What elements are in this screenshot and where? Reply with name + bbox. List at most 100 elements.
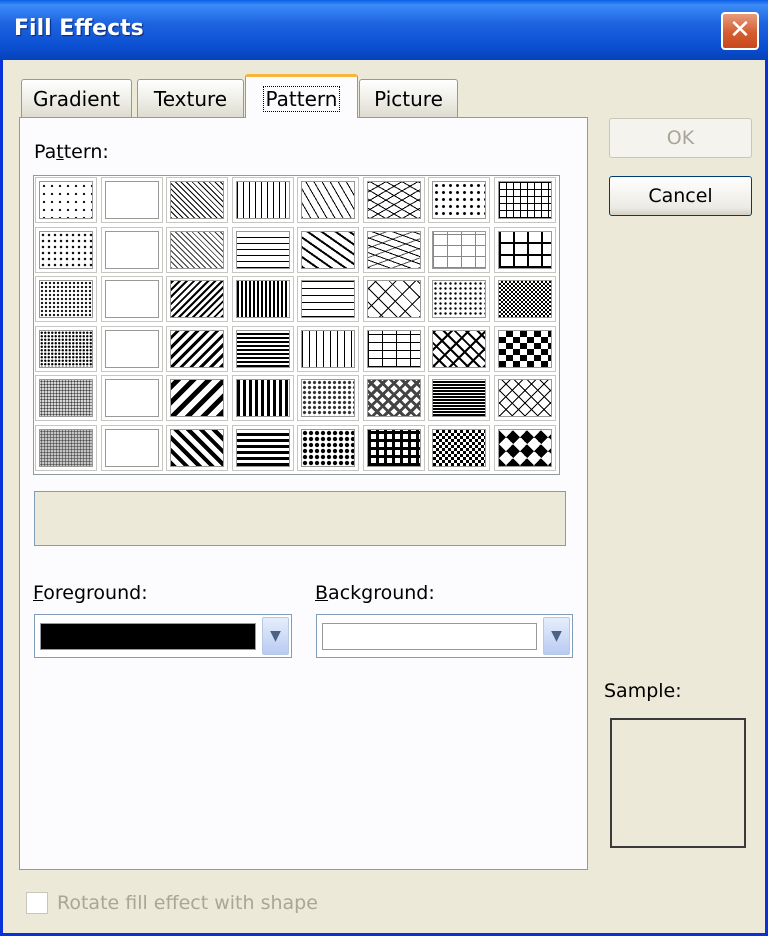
pattern-swatch-diagonal-brick[interactable] [362, 276, 425, 323]
pattern-swatch-percent-5[interactable] [35, 177, 97, 223]
foreground-label: Foreground: [33, 582, 148, 604]
pattern-swatch-fill [497, 230, 552, 269]
pattern-swatch-narrow-horizontal[interactable] [231, 425, 294, 471]
pattern-swatch-fill [497, 280, 552, 319]
background-color-swatch [322, 623, 537, 650]
chevron-down-icon[interactable]: ▼ [262, 617, 289, 655]
pattern-swatch-fill [301, 181, 355, 219]
pattern-swatch-trellis[interactable] [493, 375, 556, 422]
pattern-swatch-fill [497, 429, 552, 467]
pattern-swatch-dark-horizontal[interactable] [231, 325, 294, 372]
pattern-swatch-fill [235, 181, 290, 219]
pattern-swatch-fill [104, 379, 159, 418]
pattern-swatch-fill [301, 230, 355, 269]
pattern-swatch-solid-diamond[interactable] [493, 425, 556, 471]
pattern-swatch-fill [432, 329, 486, 368]
pattern-swatch-fill [301, 280, 355, 319]
tab-gradient-label: Gradient [32, 87, 121, 111]
pattern-swatch-dashed-horizontal[interactable] [297, 276, 359, 323]
pattern-swatch-light-vertical[interactable] [231, 177, 294, 223]
pattern-swatch-wide-upward-diag-bold[interactable] [166, 375, 228, 422]
pattern-swatch-sphere[interactable] [297, 375, 359, 422]
dialog-title: Fill Effects [14, 16, 144, 41]
pattern-swatch-percent-25[interactable] [35, 325, 97, 372]
tab-picture-label: Picture [374, 87, 443, 111]
pattern-swatch-fill [301, 379, 355, 418]
pattern-swatch-large-confetti[interactable] [297, 425, 359, 471]
pattern-swatch-small-confetti[interactable] [428, 276, 490, 323]
tab-pattern-label: Pattern [262, 86, 341, 112]
pattern-swatch-percent-80[interactable] [100, 325, 163, 372]
pattern-swatch-fill [366, 230, 421, 269]
foreground-color-dropdown[interactable]: ▼ [34, 614, 292, 658]
pattern-swatch-fill [39, 181, 93, 219]
pattern-swatch-fill [366, 329, 421, 368]
pattern-swatch-light-horizontal[interactable] [231, 226, 294, 273]
pattern-swatch-fill [497, 379, 552, 418]
pattern-swatch-plaid[interactable] [362, 375, 425, 422]
pattern-swatch-dark-vertical[interactable] [231, 276, 294, 323]
pattern-swatch-divot[interactable] [428, 425, 490, 471]
pattern-swatch-percent-90[interactable] [100, 375, 163, 422]
pattern-swatch-percent-50-gray[interactable] [100, 177, 163, 223]
pattern-swatch-weave[interactable] [428, 325, 490, 372]
background-color-dropdown[interactable]: ▼ [316, 614, 573, 658]
tab-pattern[interactable]: Pattern [245, 74, 358, 118]
pattern-swatch-fill [104, 230, 159, 269]
chevron-down-icon[interactable]: ▼ [543, 617, 570, 655]
pattern-swatch-horizontal-brick[interactable] [362, 325, 425, 372]
pattern-swatch-dotted-grid[interactable] [428, 226, 490, 273]
background-label: Background: [315, 582, 435, 604]
pattern-swatch-fill [432, 181, 486, 219]
pattern-swatch-percent-40[interactable] [35, 425, 97, 471]
pattern-swatch-shingle[interactable] [428, 375, 490, 422]
pattern-swatch-dk-upward-diag-thin[interactable] [166, 177, 228, 223]
pattern-swatch-fill [432, 230, 486, 269]
pattern-swatch-dark-downward-diag[interactable] [166, 276, 228, 323]
pattern-swatch-narrow-vertical[interactable] [231, 375, 294, 422]
pattern-swatch-checker-small[interactable] [493, 276, 556, 323]
pattern-swatch-fill [366, 181, 421, 219]
pattern-swatch-fill [235, 230, 290, 269]
pattern-swatch-fill [170, 280, 224, 319]
pattern-swatch-solid-90[interactable] [100, 425, 163, 471]
pattern-grid [33, 175, 560, 475]
ok-button[interactable]: OK [609, 118, 752, 158]
pattern-swatch-fill [104, 280, 159, 319]
pattern-swatch-small-grid[interactable] [493, 226, 556, 273]
rotate-fill-label: Rotate fill effect with shape [57, 892, 318, 914]
pattern-label: Pattern: [34, 141, 109, 163]
tab-gradient[interactable]: Gradient [21, 79, 132, 117]
pattern-swatch-large-grid[interactable] [493, 177, 556, 223]
pattern-swatch-percent-20[interactable] [35, 276, 97, 323]
rotate-fill-checkbox[interactable] [26, 892, 48, 914]
pattern-swatch-light-upward-diag[interactable] [166, 226, 228, 273]
pattern-swatch-dark-upward-diag[interactable] [166, 425, 228, 471]
close-button[interactable]: ✕ [721, 12, 759, 50]
pattern-swatch-percent-30[interactable] [35, 375, 97, 422]
pattern-swatch-wave[interactable] [362, 226, 425, 273]
pattern-swatch-fill [39, 280, 93, 319]
pattern-swatch-fill [432, 429, 486, 467]
close-icon: ✕ [729, 15, 751, 45]
tab-texture[interactable]: Texture [137, 79, 244, 117]
pattern-swatch-zigzag[interactable] [362, 177, 425, 223]
pattern-swatch-fill [170, 379, 224, 418]
pattern-swatch-dashed-upward-diag[interactable] [297, 226, 359, 273]
tab-picture[interactable]: Picture [359, 79, 458, 117]
pattern-swatch-percent-70[interactable] [100, 226, 163, 273]
cancel-button[interactable]: Cancel [609, 176, 752, 216]
pattern-swatch-fill [104, 329, 159, 368]
pattern-swatch-diamond-grid[interactable] [362, 425, 425, 471]
pattern-swatch-wide-upward-diag[interactable] [297, 177, 359, 223]
pattern-swatch-fill [104, 181, 159, 219]
pattern-swatch-fill [170, 329, 224, 368]
pattern-swatch-large-checker[interactable] [493, 325, 556, 372]
tab-texture-label: Texture [153, 87, 228, 111]
pattern-swatch-percent-75[interactable] [100, 276, 163, 323]
pattern-swatch-percent-10[interactable] [35, 226, 97, 273]
pattern-swatch-confetti[interactable] [428, 177, 490, 223]
pattern-swatch-fill [301, 429, 355, 467]
pattern-swatch-wide-downward-diag[interactable] [166, 325, 228, 372]
pattern-swatch-dashed-vertical[interactable] [297, 325, 359, 372]
